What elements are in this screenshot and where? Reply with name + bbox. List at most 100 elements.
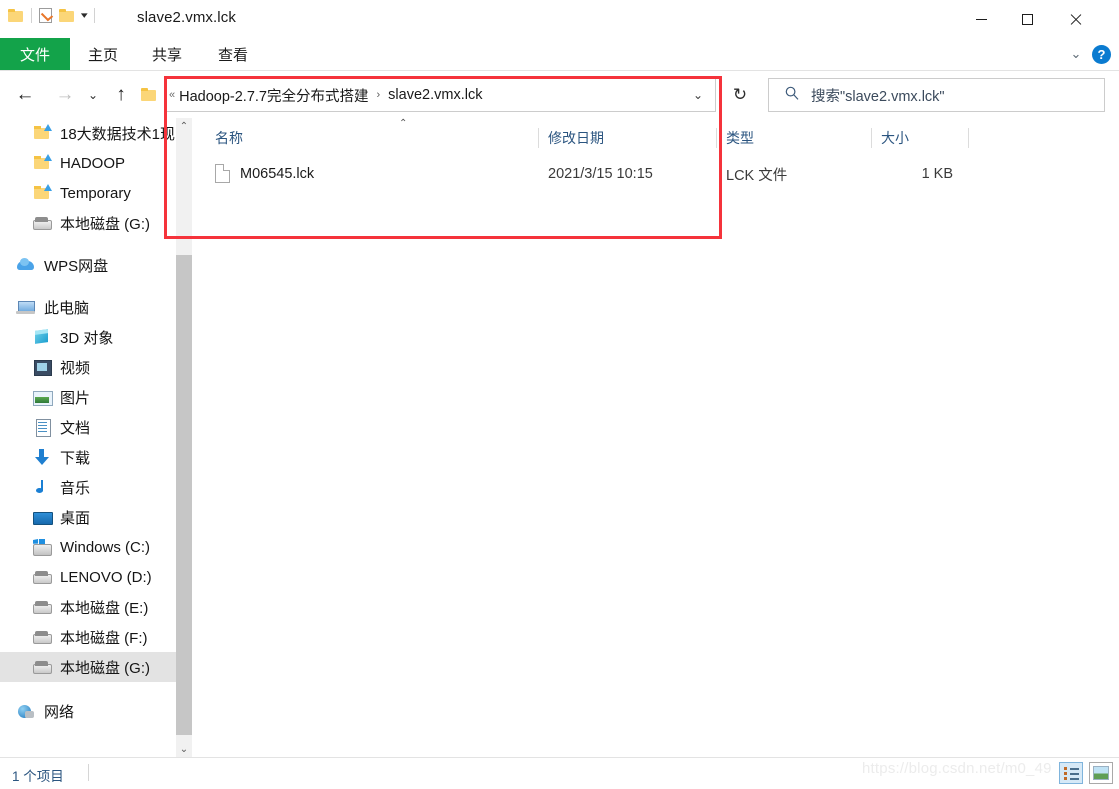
search-input[interactable]: 搜索"slave2.vmx.lck"	[811, 85, 945, 106]
sidebar-item-12[interactable]: 桌面	[0, 502, 176, 532]
videos-icon	[32, 358, 52, 376]
chevron-down-icon[interactable]: ⌄	[176, 741, 192, 758]
chevron-up-icon[interactable]: ⌃	[176, 118, 192, 135]
drive-icon	[32, 598, 52, 616]
new-folder-icon[interactable]	[59, 8, 75, 23]
column-divider[interactable]	[538, 128, 539, 148]
pictures-icon	[32, 388, 53, 406]
sidebar-item-6[interactable]: 3D 对象	[0, 322, 176, 352]
chevron-down-icon[interactable]: ⌄	[693, 88, 715, 102]
tab-home[interactable]: 主页	[78, 38, 128, 70]
desktop-icon	[32, 508, 53, 526]
drive-icon	[32, 214, 52, 232]
sidebar-item-7[interactable]: 视频	[0, 352, 176, 382]
table-row[interactable]: M06545.lck 2021/3/15 10:15 LCK 文件 1 KB	[193, 156, 1119, 192]
sidebar-item-label: Temporary	[60, 184, 131, 202]
tab-share[interactable]: 共享	[142, 38, 192, 70]
column-header-type[interactable]: 类型	[726, 122, 754, 154]
maximize-button[interactable]	[1004, 0, 1050, 38]
drive-icon	[32, 658, 52, 676]
quick-access-toolbar: ▾	[8, 8, 95, 23]
sidebar-item-label: 桌面	[60, 509, 91, 527]
sidebar-item-1[interactable]: HADOOP	[0, 148, 176, 178]
breadcrumb-item-1[interactable]: slave2.vmx.lck	[388, 87, 482, 103]
sidebar-item-10[interactable]: 下载	[0, 442, 176, 472]
sidebar-item-14[interactable]: LENOVO (D:)	[0, 562, 176, 592]
navigation-pane-scrollbar[interactable]: ⌃ ⌄	[176, 118, 192, 758]
sidebar-item-17[interactable]: 本地磁盘 (G:)	[0, 652, 176, 682]
sidebar-item-15[interactable]: 本地磁盘 (E:)	[0, 592, 176, 622]
file-date: 2021/3/15 10:15	[548, 166, 653, 182]
search-icon	[785, 86, 799, 105]
up-button[interactable]: ↑	[108, 76, 134, 114]
sidebar-item-label: WPS网盘	[44, 257, 109, 275]
file-size: 1 KB	[921, 166, 953, 182]
address-bar[interactable]: « Hadoop-2.7.7完全分布式搭建 › slave2.vmx.lck ⌄	[141, 78, 716, 112]
tab-view[interactable]: 查看	[208, 38, 258, 70]
sidebar-item-3[interactable]: 本地磁盘 (G:)	[0, 208, 176, 238]
breadcrumb-item-0[interactable]: Hadoop-2.7.7完全分布式搭建	[179, 85, 368, 106]
sidebar-item-11[interactable]: 音乐	[0, 472, 176, 502]
column-header-name[interactable]: 名称 ⌃	[215, 118, 407, 154]
help-button[interactable]: ?	[1092, 45, 1111, 64]
window-title: slave2.vmx.lck	[137, 9, 236, 26]
column-divider[interactable]	[871, 128, 872, 148]
column-header-date[interactable]: 修改日期	[548, 122, 604, 154]
column-header-size[interactable]: 大小	[881, 122, 909, 154]
sidebar-item-18[interactable]: 网络	[0, 696, 176, 726]
network-icon	[16, 702, 36, 720]
sidebar-item-label: 音乐	[60, 479, 91, 497]
column-headers: 名称 ⌃ 修改日期 类型 大小	[193, 118, 1119, 154]
sidebar-item-2[interactable]: Temporary	[0, 178, 176, 208]
file-name: M06545.lck	[240, 166, 315, 182]
toolbar-divider	[93, 8, 95, 23]
sidebar-item-label: 此电脑	[44, 299, 90, 317]
tab-file[interactable]: 文件	[0, 38, 70, 70]
sidebar-item-5[interactable]: 此电脑	[0, 292, 176, 322]
back-button[interactable]: ←	[10, 76, 40, 114]
folder-icon[interactable]	[8, 8, 24, 23]
sidebar-item-0[interactable]: 18大数据技术1现	[0, 118, 176, 148]
sidebar-item-label: HADOOP	[60, 154, 126, 172]
explorer-window: ▾ slave2.vmx.lck 文件 主页 共享 查看 ⌄ ? ← → ⌄ ↑…	[0, 0, 1119, 789]
3d-objects-icon	[32, 328, 52, 346]
sidebar-item-4[interactable]: WPS网盘	[0, 250, 176, 280]
title-bar: ▾ slave2.vmx.lck	[0, 0, 1119, 38]
cloud-icon	[16, 256, 36, 274]
file-list: M06545.lck 2021/3/15 10:15 LCK 文件 1 KB	[193, 156, 1119, 742]
chevron-down-icon[interactable]: ▾	[81, 11, 88, 20]
ribbon-tabs: 文件 主页 共享 查看 ⌄ ?	[0, 38, 1119, 70]
chevron-down-icon[interactable]: ⌄	[1065, 44, 1087, 64]
large-icons-view-icon[interactable]	[1089, 762, 1113, 784]
sidebar-item-8[interactable]: 图片	[0, 382, 176, 412]
sidebar-item-16[interactable]: 本地磁盘 (F:)	[0, 622, 176, 652]
generic-file-icon	[215, 164, 230, 183]
column-divider[interactable]	[968, 128, 969, 148]
sidebar-item-label: 本地磁盘 (E:)	[60, 599, 149, 617]
breadcrumb-overflow-icon[interactable]: «	[161, 89, 179, 101]
minimize-button[interactable]	[958, 0, 1004, 38]
sidebar-item-label: 本地磁盘 (G:)	[60, 215, 150, 233]
drive-icon	[32, 568, 52, 586]
details-view-icon[interactable]	[1059, 762, 1083, 784]
search-box[interactable]: 搜索"slave2.vmx.lck"	[768, 78, 1105, 112]
close-button[interactable]	[1050, 0, 1100, 38]
properties-checkbox-icon[interactable]	[39, 8, 52, 23]
breadcrumb-separator: ›	[376, 89, 381, 101]
column-divider[interactable]	[716, 128, 717, 148]
navigation-pane: 18大数据技术1现 HADOOP Temporary 本地磁盘 (G:) WPS网盘此电…	[0, 118, 176, 758]
refresh-button[interactable]: ↻	[726, 82, 754, 108]
sidebar-item-label: LENOVO (D:)	[60, 568, 152, 586]
downloads-icon	[32, 448, 52, 466]
documents-icon	[32, 418, 52, 437]
sidebar-item-9[interactable]: 文档	[0, 412, 176, 442]
sidebar-item-label: 视频	[60, 359, 91, 377]
music-icon	[32, 478, 52, 496]
minimize-icon	[975, 18, 987, 20]
recent-locations-button[interactable]: ⌄	[82, 76, 104, 114]
status-separator	[88, 764, 89, 781]
scrollbar-thumb[interactable]	[176, 255, 192, 735]
sidebar-item-13[interactable]: Windows (C:)	[0, 532, 176, 562]
forward-button[interactable]: →	[50, 76, 80, 114]
sidebar-item-label: 下载	[60, 449, 91, 467]
